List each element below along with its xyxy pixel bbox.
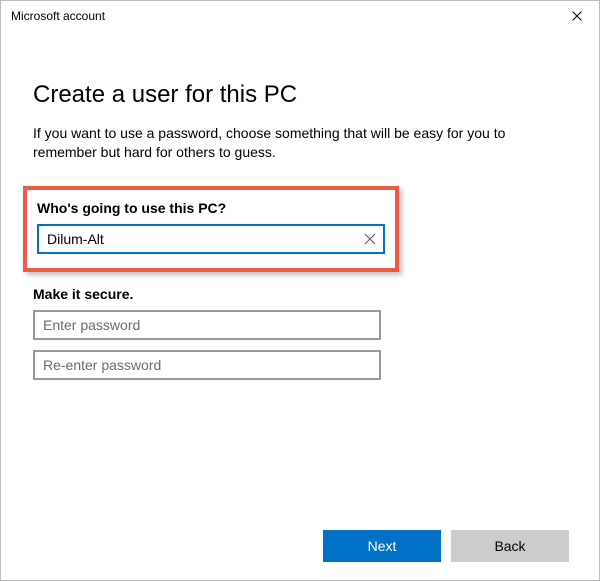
close-icon (572, 11, 582, 21)
dialog-content: Create a user for this PC If you want to… (1, 31, 599, 380)
clear-icon (364, 233, 376, 245)
window-close-button[interactable] (555, 1, 599, 31)
username-highlight-box: Who's going to use this PC? (23, 186, 399, 272)
page-subtitle: If you want to use a password, choose so… (33, 124, 567, 162)
reenter-password-input[interactable] (33, 350, 381, 380)
username-input[interactable] (37, 224, 385, 254)
username-field-wrap (37, 224, 385, 254)
back-button[interactable]: Back (451, 530, 569, 562)
window-title: Microsoft account (11, 9, 105, 23)
username-section-label: Who's going to use this PC? (37, 200, 385, 216)
title-bar: Microsoft account (1, 1, 599, 31)
username-clear-button[interactable] (355, 224, 385, 254)
password-section-label: Make it secure. (33, 286, 567, 302)
dialog-footer: Next Back (323, 530, 569, 562)
password-input[interactable] (33, 310, 381, 340)
next-button[interactable]: Next (323, 530, 441, 562)
page-title: Create a user for this PC (33, 81, 567, 109)
